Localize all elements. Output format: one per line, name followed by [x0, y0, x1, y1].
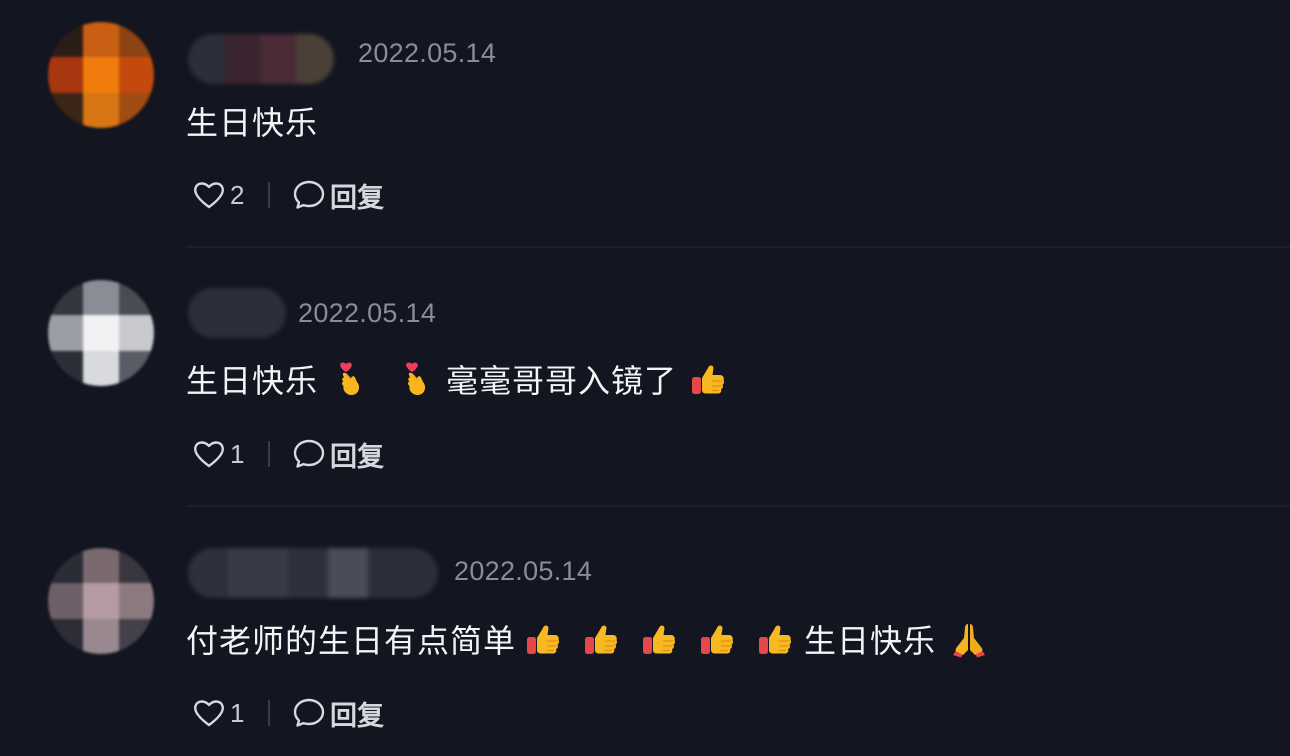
comment-separator: [186, 505, 1290, 507]
comment-text: 生日快乐 毫毫哥哥入镜了: [186, 356, 737, 402]
reply-label: 回复: [330, 182, 384, 214]
thumbs-up-emoji: [640, 620, 678, 658]
thumbs-up-emoji: [524, 620, 562, 658]
reply-button[interactable]: 回复: [292, 435, 384, 474]
username-redacted[interactable]: [188, 288, 286, 338]
like-count: 2: [230, 179, 245, 210]
speech-bubble-icon: [292, 437, 326, 471]
comment-actions: 1 回复: [192, 434, 384, 474]
action-divider: [268, 700, 270, 726]
comment-timestamp: 2022.05.14: [454, 556, 593, 586]
like-count: 1: [230, 438, 245, 469]
folded-hands-emoji: [950, 620, 988, 658]
finger-heart-emoji: [332, 360, 370, 398]
username-redacted[interactable]: [188, 34, 334, 84]
like-button[interactable]: 2: [192, 178, 250, 212]
like-button[interactable]: 1: [192, 437, 250, 471]
comment-list: 2022.05.14 生日快乐 2 回复 2022.05.14 生日快乐 毫毫哥…: [0, 0, 1290, 756]
comment-text: 付老师的生日有点简单 生日快乐: [186, 616, 998, 662]
thumbs-up-emoji: [582, 620, 620, 658]
comment-timestamp: 2022.05.14: [358, 38, 497, 68]
comment-actions: 1 回复: [192, 693, 384, 733]
comment-timestamp: 2022.05.14: [298, 298, 437, 328]
action-divider: [268, 182, 270, 208]
comment-text-part: 毫毫哥哥入镜了: [446, 362, 678, 400]
comment-text-part: 生日快乐: [186, 104, 319, 142]
speech-bubble-icon: [292, 696, 326, 730]
heart-outline-icon: [192, 178, 226, 212]
avatar[interactable]: [48, 22, 154, 128]
thumbs-up-emoji: [756, 620, 794, 658]
comment-separator: [186, 246, 1290, 248]
action-divider: [268, 441, 270, 467]
reply-button[interactable]: 回复: [292, 176, 384, 215]
comment-text-part: 生日快乐: [186, 362, 319, 400]
like-button[interactable]: 1: [192, 696, 250, 730]
thumbs-up-emoji: [689, 360, 727, 398]
comment-text-part: 付老师的生日有点简单: [186, 622, 517, 660]
heart-outline-icon: [192, 696, 226, 730]
reply-label: 回复: [330, 441, 384, 473]
heart-outline-icon: [192, 437, 226, 471]
comment-text-part: 生日快乐: [804, 622, 937, 660]
like-count: 1: [230, 697, 245, 728]
avatar[interactable]: [48, 548, 154, 654]
thumbs-up-emoji: [698, 620, 736, 658]
comment-actions: 2 回复: [192, 175, 384, 215]
avatar[interactable]: [48, 280, 154, 386]
comment-text: 生日快乐: [186, 98, 318, 144]
finger-heart-emoji: [398, 360, 436, 398]
username-redacted[interactable]: [188, 548, 438, 598]
speech-bubble-icon: [292, 178, 326, 212]
reply-label: 回复: [330, 700, 384, 732]
reply-button[interactable]: 回复: [292, 694, 384, 733]
